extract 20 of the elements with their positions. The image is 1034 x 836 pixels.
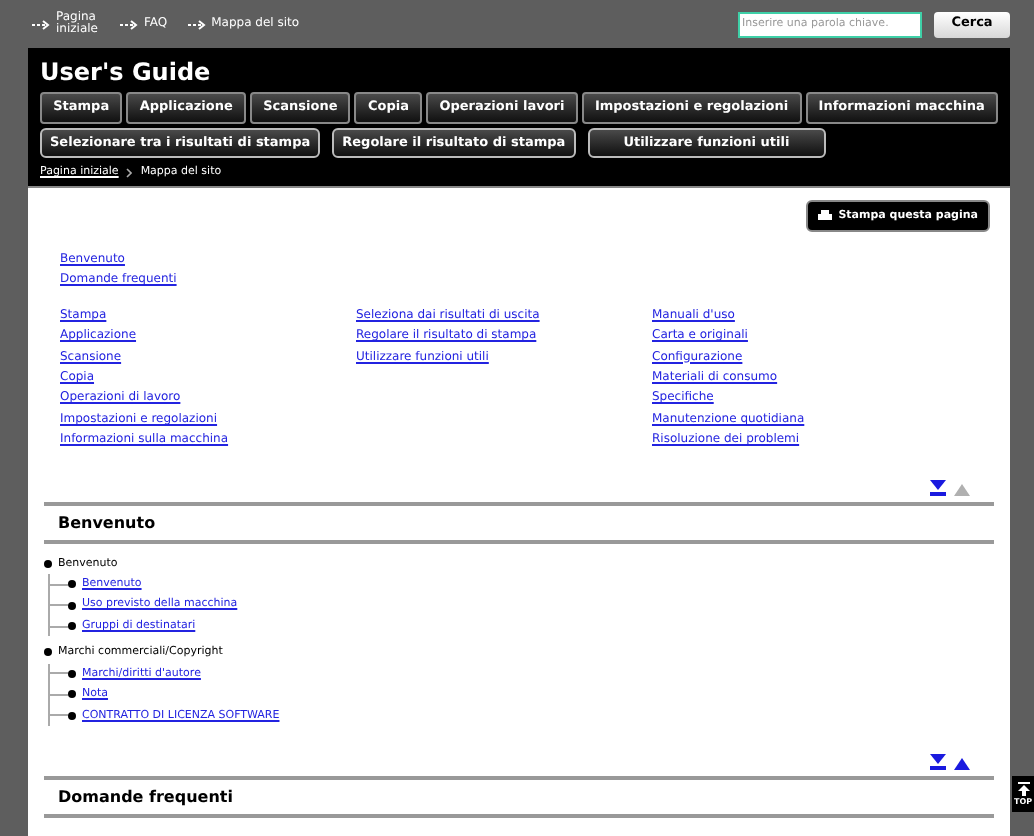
arrow-icon <box>32 19 50 29</box>
section-heading: Domande frequenti <box>58 785 235 810</box>
jump-down-icon[interactable] <box>930 479 946 496</box>
bullet-icon <box>68 622 76 631</box>
section-heading: Benvenuto <box>58 511 158 536</box>
bullet-icon <box>68 669 76 678</box>
bullet-icon <box>68 601 76 610</box>
bullet-icon <box>68 690 76 699</box>
bullet-icon <box>68 580 76 589</box>
printer-icon <box>818 210 833 222</box>
bullet-icon <box>44 559 52 568</box>
bullet-icon <box>44 648 52 657</box>
arrow-icon <box>187 19 206 29</box>
bullet-icon <box>68 711 76 720</box>
jump-down-icon[interactable] <box>930 753 946 770</box>
site-title: User's Guide <box>40 56 213 88</box>
arrow-icon <box>120 19 138 29</box>
jump-up-icon[interactable] <box>954 753 970 770</box>
chevron-icon <box>126 167 133 177</box>
jump-up-icon <box>1017 782 1029 796</box>
